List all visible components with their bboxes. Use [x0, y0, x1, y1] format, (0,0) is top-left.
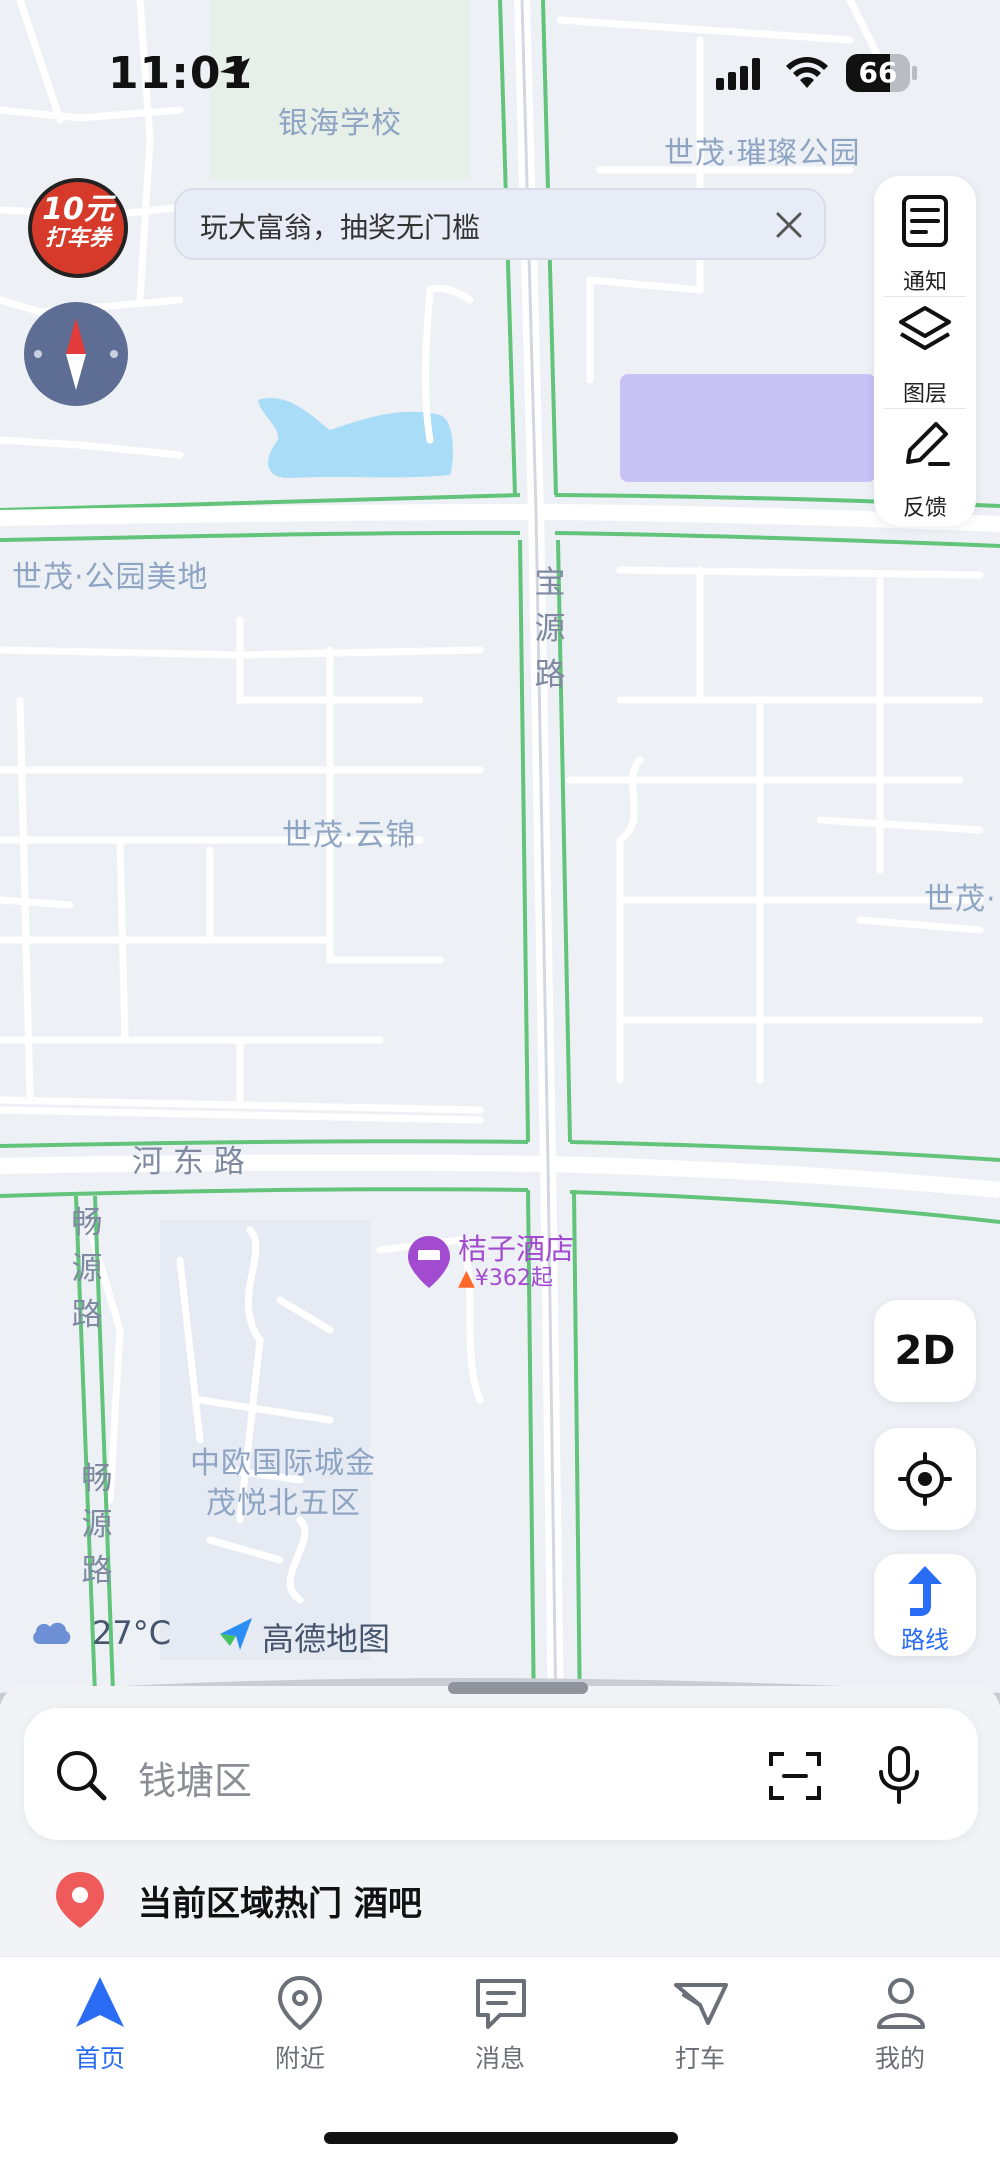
- edit-pencil-icon: [906, 422, 950, 466]
- road-label-hedong: 河 东 路: [132, 1144, 245, 1180]
- map-tools-panel: 通知 图层 反馈: [874, 176, 976, 526]
- layers-button[interactable]: 图层: [874, 302, 976, 412]
- view-mode-button[interactable]: 2D: [874, 1300, 976, 1402]
- coupon-label: 打车券: [44, 226, 111, 251]
- tab-profile[interactable]: 我的: [800, 1957, 1000, 2087]
- tab-messages[interactable]: 消息: [400, 1957, 600, 2087]
- road-label-changyuan-2: 畅源路: [81, 1461, 113, 1589]
- view-mode-label: 2D: [894, 1328, 956, 1374]
- route-button[interactable]: 路线: [874, 1554, 976, 1656]
- map-label-zhongou-2: 茂悦北五区: [206, 1486, 361, 1521]
- gaode-logo-icon: [220, 1618, 252, 1650]
- coupon-amount: 10元: [42, 192, 114, 227]
- weather-temp: 27°C: [92, 1614, 172, 1652]
- search-bar[interactable]: 钱塘区: [24, 1708, 978, 1840]
- tab-home-label: 首页: [74, 2044, 125, 2073]
- hot-suggestion-text: 当前区域热门 酒吧: [138, 1884, 422, 1924]
- tab-taxi-label: 打车: [674, 2044, 725, 2073]
- poi-hotel-price: ¥362起: [474, 1266, 553, 1291]
- scan-icon[interactable]: [768, 1750, 822, 1802]
- location-arrow-icon: [220, 58, 250, 88]
- fire-icon: ▲: [458, 1266, 475, 1291]
- chat-bubble-icon: [476, 1979, 526, 2029]
- map-label-yunjin: 世茂·云锦: [282, 818, 417, 853]
- feedback-button[interactable]: 反馈: [874, 416, 976, 526]
- tab-nearby[interactable]: 附近: [200, 1957, 400, 2087]
- battery-icon: 66: [846, 54, 910, 92]
- wifi-icon: [786, 57, 828, 88]
- tab-nearby-label: 附近: [274, 2044, 325, 2073]
- sheet-drag-handle[interactable]: [448, 1682, 588, 1694]
- navigation-arrow-icon: [76, 1977, 124, 2027]
- route-arrow-icon: [908, 1566, 942, 1616]
- search-icon: [57, 1751, 107, 1801]
- road-label-changyuan-1: 畅源路: [71, 1205, 103, 1333]
- route-label: 路线: [901, 1626, 949, 1654]
- microphone-icon[interactable]: [876, 1746, 922, 1804]
- tab-home[interactable]: 首页: [0, 1957, 200, 2087]
- hot-suggestion[interactable]: 当前区域热门 酒吧: [0, 1856, 1000, 1956]
- brand-name: 高德地图: [262, 1620, 391, 1658]
- promo-banner-text: 玩大富翁，抽奖无门槛: [200, 211, 481, 244]
- map-label-zhongou: 中欧国际城金: [190, 1446, 376, 1481]
- tab-profile-label: 我的: [874, 2044, 925, 2073]
- taxi-coupon-button[interactable]: 10元 打车券: [28, 178, 128, 278]
- notify-label: 通知: [902, 270, 947, 295]
- compass-button[interactable]: [24, 302, 128, 406]
- location-marker-icon: [277, 1975, 323, 2031]
- cloud-icon: [33, 1622, 71, 1644]
- locate-button[interactable]: [874, 1428, 976, 1530]
- locate-target-icon: [898, 1452, 952, 1506]
- hotel-pin-icon: [408, 1236, 450, 1288]
- notification-icon: [902, 195, 948, 247]
- highlight-area: [620, 374, 876, 482]
- user-icon: [877, 1978, 925, 2029]
- road-label-baoyuan: 宝源路: [534, 565, 566, 693]
- map-label-gongyuan-meidi: 世茂·公园美地: [12, 560, 209, 595]
- tab-messages-label: 消息: [474, 2044, 525, 2073]
- battery-level: 66: [858, 56, 898, 89]
- location-pin-icon: [56, 1872, 104, 1928]
- compass-icon: [34, 318, 118, 390]
- promo-banner[interactable]: 玩大富翁，抽奖无门槛: [174, 188, 826, 260]
- map-label-shimao-right: 世茂·: [924, 882, 997, 917]
- close-icon[interactable]: [774, 210, 804, 240]
- taxi-flag-icon: [674, 1983, 728, 2025]
- cellular-signal-icon: [716, 58, 760, 90]
- home-indicator: [324, 2132, 678, 2144]
- poi-hotel[interactable]: 桔子酒店 ▲¥362起: [406, 1232, 606, 1291]
- status-bar: 11:01 66: [0, 0, 1000, 140]
- layers-icon: [899, 306, 951, 350]
- layers-label: 图层: [902, 382, 947, 407]
- notify-button[interactable]: 通知: [874, 190, 976, 300]
- tab-taxi[interactable]: 打车: [600, 1957, 800, 2087]
- search-input[interactable]: 钱塘区: [138, 1750, 252, 1805]
- feedback-label: 反馈: [902, 496, 947, 521]
